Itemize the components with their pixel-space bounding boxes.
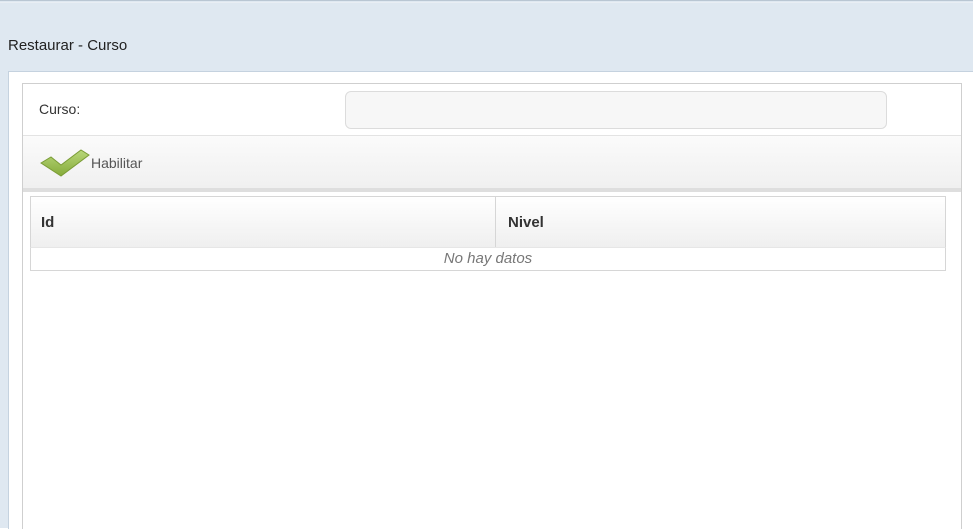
window-titlebar: Restaurar - Curso: [0, 2, 973, 72]
window-title: Restaurar - Curso: [8, 37, 128, 54]
content-panel: Curso: Habilitar Id Nivel No hay datos: [22, 83, 962, 529]
toolbar: Habilitar: [23, 136, 961, 192]
curso-label: Curso:: [39, 101, 81, 117]
grid-empty-message: No hay datos: [30, 247, 946, 271]
grid-header: Id Nivel: [30, 196, 946, 248]
habilitar-button[interactable]: Habilitar: [37, 146, 197, 180]
curso-form-row: Curso:: [23, 84, 961, 136]
habilitar-label: Habilitar: [91, 155, 143, 171]
column-header-id[interactable]: Id: [31, 197, 496, 247]
restore-course-window: Restaurar - Curso Curso: Habilitar Id Ni…: [0, 0, 973, 529]
curso-input[interactable]: [345, 91, 887, 129]
check-icon: [40, 149, 90, 177]
column-header-nivel[interactable]: Nivel: [496, 197, 945, 247]
